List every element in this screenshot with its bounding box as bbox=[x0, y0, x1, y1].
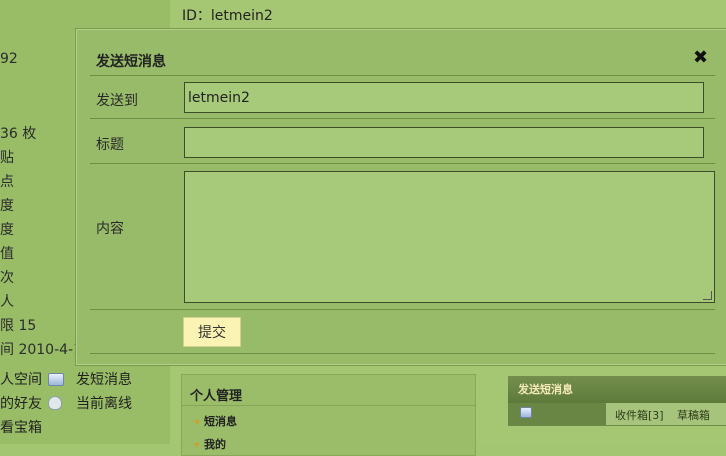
subject-input[interactable] bbox=[184, 127, 704, 158]
resize-handle[interactable] bbox=[703, 291, 712, 300]
stat-8: 值 bbox=[0, 246, 14, 262]
personal-management-title: 个人管理 bbox=[190, 389, 243, 404]
stat-1: 92 bbox=[0, 51, 18, 67]
triangle-down-icon bbox=[194, 419, 200, 425]
close-icon[interactable]: ✖ bbox=[693, 47, 708, 68]
divider bbox=[182, 405, 475, 406]
tab-inbox[interactable]: 收件箱[3] bbox=[615, 407, 664, 423]
mail-icon bbox=[48, 372, 64, 386]
message-tabs: 收件箱[3] 草稿箱 bbox=[508, 403, 726, 426]
stat-12: 间 2010-4-1 bbox=[0, 342, 82, 358]
offline-label: 当前离线 bbox=[76, 396, 132, 412]
divider bbox=[90, 75, 715, 76]
stat-4: 贴 bbox=[0, 150, 14, 166]
triangle-down-icon bbox=[194, 442, 200, 448]
send-message-dialog: 发送短消息 ✖ 发送到 标题 内容 提交 bbox=[75, 28, 726, 366]
stat-6: 度 bbox=[0, 198, 14, 214]
send-pm-link[interactable]: 发短消息 bbox=[48, 369, 132, 389]
stat-3: 36 枚 bbox=[0, 126, 37, 142]
short-message-widget-title: 发送短消息 bbox=[508, 376, 726, 403]
content-label: 内容 bbox=[96, 221, 124, 237]
menu-item-pm[interactable]: 短消息 bbox=[194, 413, 237, 429]
status-offline: 当前离线 bbox=[48, 393, 132, 413]
short-message-widget: 发送短消息 收件箱[3] 草稿箱 bbox=[508, 376, 726, 426]
tab-drafts[interactable]: 草稿箱 bbox=[677, 407, 710, 423]
stat-5: 点 bbox=[0, 174, 14, 190]
divider bbox=[90, 309, 715, 310]
menu-item-mine-label: 我的 bbox=[204, 438, 226, 451]
friend-link[interactable]: 的好友 bbox=[0, 393, 42, 413]
mail-icon bbox=[520, 407, 532, 418]
divider bbox=[90, 163, 715, 164]
stat-9: 次 bbox=[0, 270, 14, 286]
dialog-title: 发送短消息 bbox=[96, 54, 166, 70]
content-textarea[interactable] bbox=[184, 171, 715, 303]
recipient-input[interactable] bbox=[184, 82, 704, 113]
stat-11: 限 15 bbox=[0, 318, 37, 334]
to-label: 发送到 bbox=[96, 93, 138, 109]
menu-item-mine[interactable]: 我的 bbox=[194, 436, 226, 452]
person-icon bbox=[48, 396, 62, 410]
stat-7: 度 bbox=[0, 222, 14, 238]
space-link[interactable]: 人空间 bbox=[0, 369, 42, 389]
divider bbox=[90, 118, 715, 119]
send-pm-label: 发短消息 bbox=[76, 372, 132, 388]
treasure-link[interactable]: 看宝箱 bbox=[0, 417, 42, 437]
tab-compose[interactable] bbox=[508, 403, 606, 425]
divider bbox=[90, 353, 715, 354]
subject-label: 标题 bbox=[96, 137, 124, 153]
profile-id: ID：letmein2 bbox=[182, 8, 273, 24]
menu-item-pm-label: 短消息 bbox=[204, 415, 237, 428]
submit-button[interactable]: 提交 bbox=[183, 317, 241, 347]
stat-10: 人 bbox=[0, 294, 14, 310]
